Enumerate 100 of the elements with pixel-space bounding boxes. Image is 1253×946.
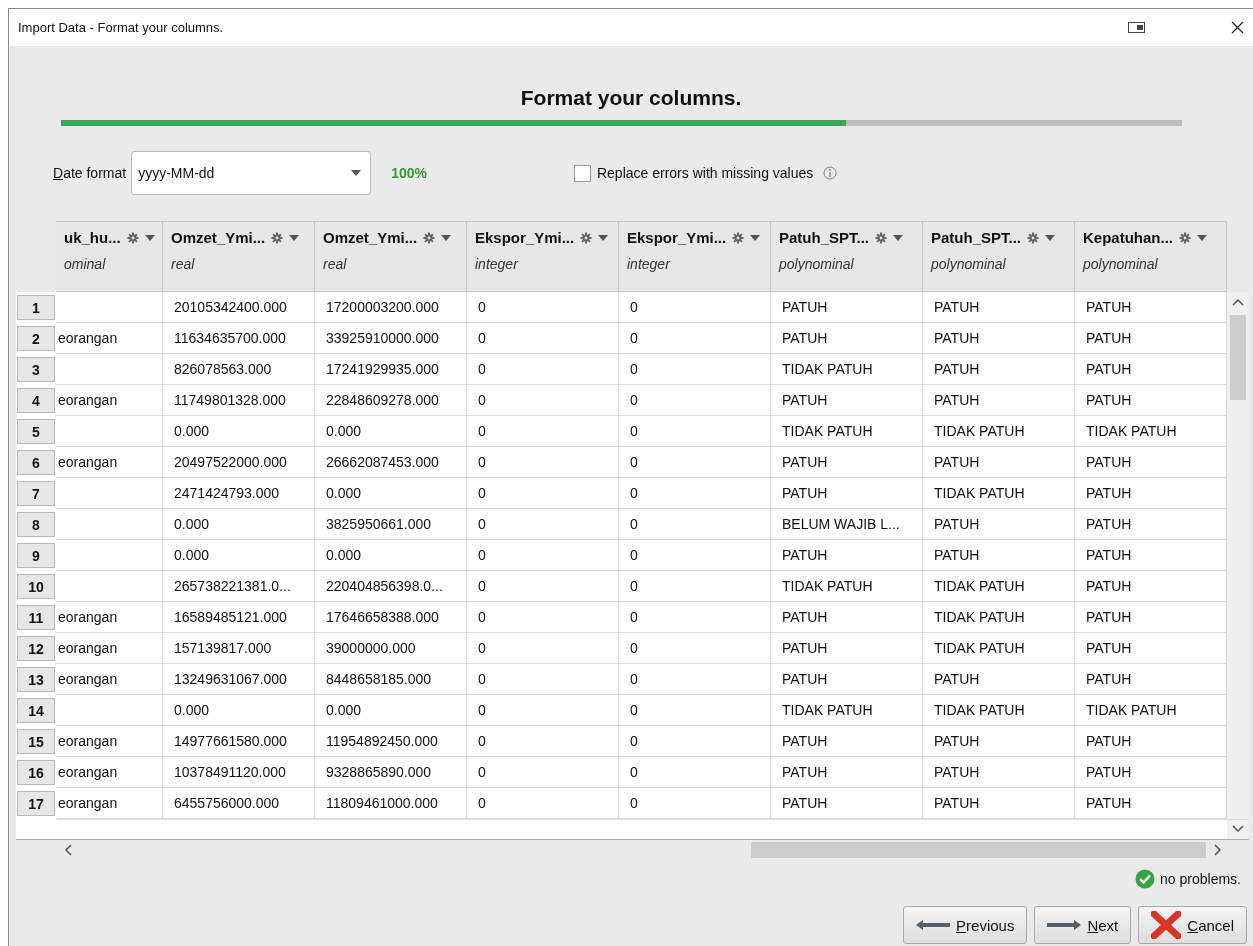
table-cell: TIDAK PATUH bbox=[923, 695, 1075, 726]
table-cell: 17241929935.000 bbox=[315, 354, 467, 385]
table-cell: 0 bbox=[467, 602, 619, 633]
table-cell: eorangan bbox=[56, 788, 163, 819]
column-header[interactable]: Ekspor_Ymi... integer bbox=[467, 221, 619, 292]
row-number: 8 bbox=[17, 512, 55, 537]
column-name: Ekspor_Ymi... bbox=[627, 229, 727, 246]
column-name: Omzet_Ymi... bbox=[323, 229, 418, 246]
table-cell: PATUH bbox=[923, 757, 1075, 788]
table-cell: 0 bbox=[619, 726, 771, 757]
table-cell: 0.000 bbox=[315, 695, 467, 726]
column-name: uk_hu... bbox=[64, 229, 121, 246]
table-cell: 0 bbox=[619, 788, 771, 819]
table-cell: PATUH bbox=[923, 447, 1075, 478]
table-cell: eorangan bbox=[56, 726, 163, 757]
table-cell: 0 bbox=[467, 664, 619, 695]
table-cell: 20105342400.000 bbox=[163, 292, 315, 323]
table-cell: PATUH bbox=[923, 385, 1075, 416]
table-cell: 0.000 bbox=[163, 416, 315, 447]
table-cell: 0 bbox=[619, 757, 771, 788]
page-heading: Format your columns. bbox=[519, 85, 743, 111]
table-cell: PATUH bbox=[771, 664, 923, 695]
table-cell: 0 bbox=[467, 385, 619, 416]
table-cell: PATUH bbox=[771, 726, 923, 757]
table-cell: PATUH bbox=[771, 323, 923, 354]
cancel-button[interactable]: Cancel bbox=[1138, 906, 1247, 944]
table-cell: PATUH bbox=[771, 385, 923, 416]
column-type: polynominal bbox=[779, 256, 855, 272]
column-header[interactable]: uk_hu... ominal bbox=[56, 221, 163, 292]
table-cell: 0 bbox=[467, 447, 619, 478]
table-cell: 16589485121.000 bbox=[163, 602, 315, 633]
table-cell: 0 bbox=[467, 726, 619, 757]
table-cell: 0.000 bbox=[315, 478, 467, 509]
table-cell: 11954892450.000 bbox=[315, 726, 467, 757]
table-cell: PATUH bbox=[923, 323, 1075, 354]
table-cell: 33925910000.000 bbox=[315, 323, 467, 354]
window-title: Import Data - Format your columns. bbox=[18, 20, 225, 35]
table-cell: PATUH bbox=[771, 447, 923, 478]
table-cell: TIDAK PATUH bbox=[923, 602, 1075, 633]
replace-errors-label: Replace errors with missing values bbox=[596, 165, 814, 181]
table-cell: 17646658388.000 bbox=[315, 602, 467, 633]
table-cell: PATUH bbox=[771, 602, 923, 633]
previous-button[interactable]: Previous bbox=[903, 906, 1028, 944]
table-cell: TIDAK PATUH bbox=[923, 416, 1075, 447]
table-cell: 0 bbox=[619, 292, 771, 323]
row-number: 3 bbox=[17, 357, 55, 382]
table-cell: PATUH bbox=[923, 540, 1075, 571]
table-cell: 0 bbox=[619, 602, 771, 633]
row-number: 14 bbox=[17, 698, 55, 723]
column-header[interactable]: Kepatuhan... polynominal bbox=[1075, 221, 1227, 292]
table-cell: 8448658185.000 bbox=[315, 664, 467, 695]
table-cell: 11809461000.000 bbox=[315, 788, 467, 819]
column-header[interactable]: Ekspor_Ymi... integer bbox=[619, 221, 771, 292]
table-cell: 13249631067.000 bbox=[163, 664, 315, 695]
table-cell: 0 bbox=[467, 354, 619, 385]
column-type: real bbox=[171, 256, 196, 272]
table-cell: 0 bbox=[619, 695, 771, 726]
date-format-dropdown[interactable]: yyyy-MM-dd bbox=[131, 151, 372, 195]
column-type: polynominal bbox=[1083, 256, 1159, 272]
table-cell: PATUH bbox=[923, 726, 1075, 757]
row-number: 6 bbox=[17, 450, 55, 475]
row-number: 12 bbox=[17, 636, 55, 661]
table-cell: eorangan bbox=[56, 757, 163, 788]
table-cell: TIDAK PATUH bbox=[771, 695, 923, 726]
column-type: ominal bbox=[64, 256, 107, 272]
column-name: Patuh_SPT... bbox=[779, 229, 870, 246]
table-cell: 0 bbox=[467, 571, 619, 602]
column-name: Omzet_Ymi... bbox=[171, 229, 266, 246]
table-cell: 0 bbox=[467, 540, 619, 571]
table-cell: 0 bbox=[467, 509, 619, 540]
table-cell: 6455756000.000 bbox=[163, 788, 315, 819]
column-header[interactable]: Omzet_Ymi... real bbox=[315, 221, 467, 292]
table-cell: 0 bbox=[619, 540, 771, 571]
row-number: 16 bbox=[17, 760, 55, 785]
column-name: Ekspor_Ymi... bbox=[475, 229, 575, 246]
row-number: 17 bbox=[17, 791, 55, 816]
table-cell: 0.000 bbox=[163, 695, 315, 726]
column-header[interactable]: Patuh_SPT... polynominal bbox=[771, 221, 923, 292]
table-cell: 0 bbox=[619, 664, 771, 695]
row-number: 4 bbox=[17, 388, 55, 413]
table-cell: eorangan bbox=[56, 447, 163, 478]
table-cell: 11634635700.000 bbox=[163, 323, 315, 354]
table-cell: 9328865890.000 bbox=[315, 757, 467, 788]
row-number: 9 bbox=[17, 543, 55, 568]
table-cell: 0.000 bbox=[163, 540, 315, 571]
table-cell: TIDAK PATUH bbox=[923, 478, 1075, 509]
table-cell: TIDAK PATUH bbox=[771, 354, 923, 385]
column-type: integer bbox=[627, 256, 672, 272]
table-cell: PATUH bbox=[923, 292, 1075, 323]
table-cell: TIDAK PATUH bbox=[771, 416, 923, 447]
row-number: 5 bbox=[17, 419, 55, 444]
table-cell: 0 bbox=[467, 788, 619, 819]
column-header[interactable]: Omzet_Ymi... real bbox=[163, 221, 315, 292]
table-cell: 0 bbox=[467, 323, 619, 354]
table-cell: 39000000.000 bbox=[315, 633, 467, 664]
table-cell: PATUH bbox=[923, 664, 1075, 695]
table-cell: 17200003200.000 bbox=[315, 292, 467, 323]
next-button[interactable]: Next bbox=[1034, 906, 1132, 944]
row-number: 11 bbox=[17, 605, 55, 630]
column-header[interactable]: Patuh_SPT... polynominal bbox=[923, 221, 1075, 292]
